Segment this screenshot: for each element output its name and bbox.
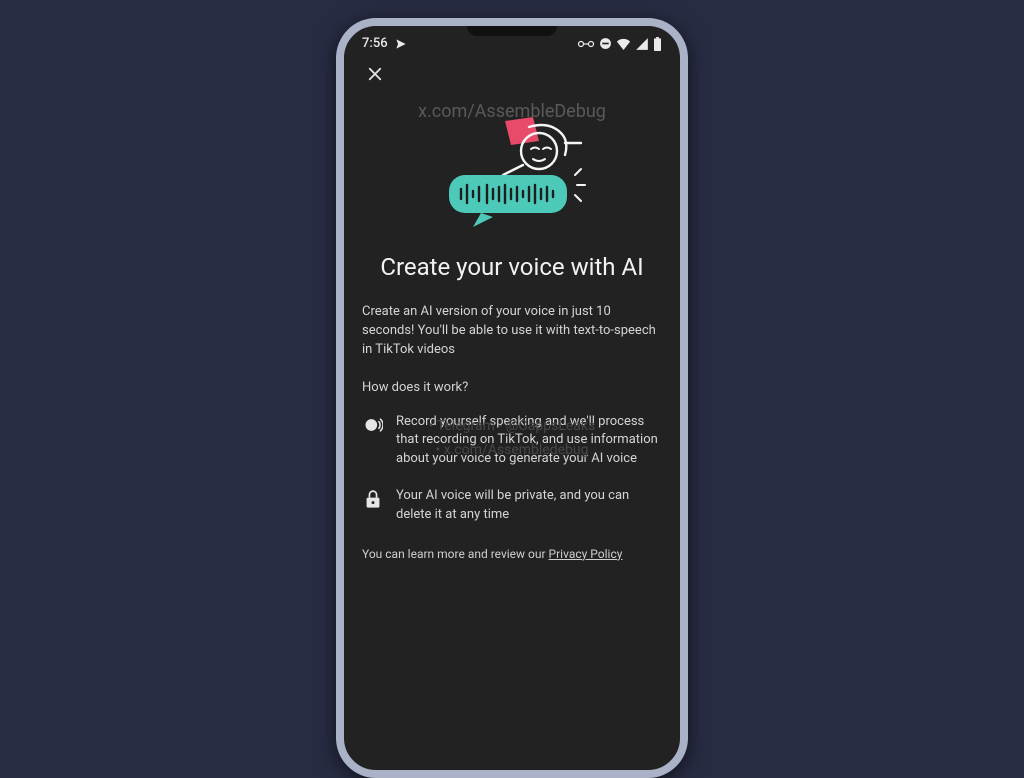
vpn-icon: [577, 39, 595, 49]
notification-icon: [394, 37, 408, 51]
modal-description: Create an AI version of your voice in ju…: [362, 303, 662, 360]
phone-frame: 7:56: [336, 18, 688, 778]
signal-icon: [635, 38, 649, 50]
list-item: Your AI voice will be private, and you c…: [362, 487, 662, 525]
hero-illustration: [362, 115, 662, 235]
lock-icon: [362, 487, 384, 525]
footer-prefix: You can learn more and review our: [362, 547, 549, 561]
wifi-icon: [616, 38, 631, 50]
modal-title: Create your voice with AI: [362, 253, 662, 281]
app-screen: x.com/AssembleDebug: [344, 55, 680, 581]
bullet-text: Record yourself speaking and we'll proce…: [396, 413, 662, 470]
bullet-text: Your AI voice will be private, and you c…: [396, 487, 662, 525]
close-button[interactable]: [362, 61, 388, 91]
voice-icon: [362, 413, 384, 470]
close-icon: [366, 63, 384, 88]
dnd-icon: [599, 37, 612, 50]
battery-icon: [653, 37, 662, 51]
phone-notch: [467, 26, 557, 36]
status-time: 7:56: [362, 36, 388, 51]
modal-subheading: How does it work?: [362, 380, 662, 395]
list-item: Record yourself speaking and we'll proce…: [362, 413, 662, 470]
privacy-policy-link[interactable]: Privacy Policy: [549, 547, 623, 561]
footer-note: You can learn more and review our Privac…: [362, 547, 662, 561]
